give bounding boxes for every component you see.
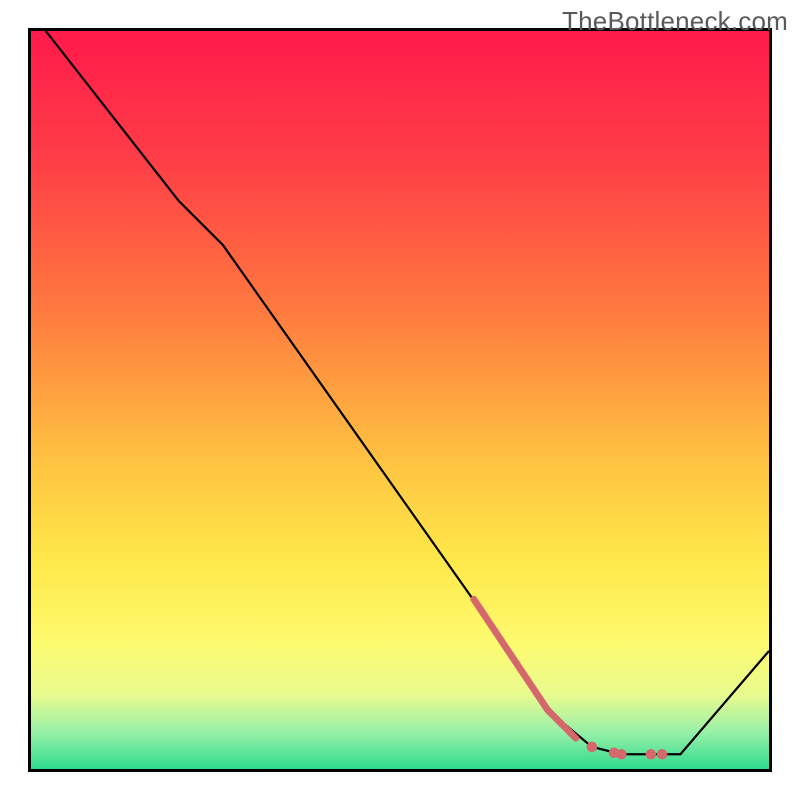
curve-line <box>46 31 769 754</box>
line-layer <box>31 31 769 769</box>
highlight-dots <box>587 742 668 760</box>
watermark-text: TheBottleneck.com <box>562 6 788 37</box>
highlight-dot <box>587 742 598 753</box>
chart-container: TheBottleneck.com <box>0 0 800 800</box>
highlight-segment <box>474 599 577 739</box>
plot-area <box>28 28 772 772</box>
highlight-dot <box>616 749 627 760</box>
highlight-dot <box>657 749 668 760</box>
highlight-dot <box>646 749 657 760</box>
